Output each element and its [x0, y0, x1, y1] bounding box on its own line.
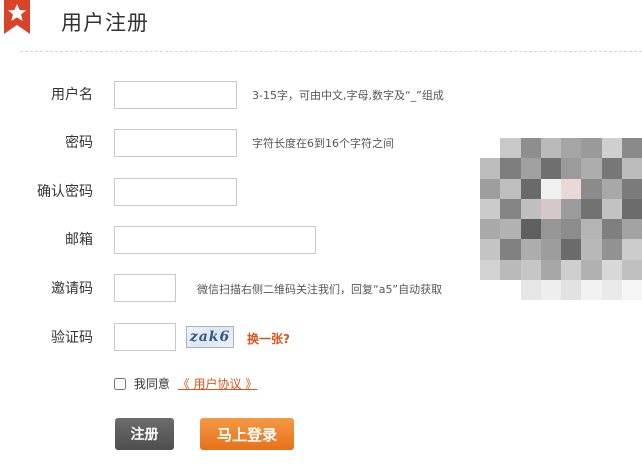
qr-pixel [520, 239, 541, 260]
qr-pixel [621, 279, 642, 300]
qr-pixel [540, 198, 561, 219]
qr-pixel [601, 239, 622, 260]
invite-code-input[interactable] [114, 274, 176, 302]
confirm-password-input[interactable] [114, 178, 237, 206]
qr-pixel [581, 219, 602, 240]
qr-pixel [621, 178, 642, 199]
qr-pixel [480, 158, 501, 179]
ribbon-star-icon [4, 0, 30, 34]
qr-pixel [520, 158, 541, 179]
qr-pixel [500, 158, 521, 179]
qr-pixel [540, 279, 561, 300]
qr-pixel [621, 138, 642, 159]
qr-pixel [500, 138, 521, 159]
qr-pixel [540, 239, 561, 260]
qr-pixel [500, 239, 521, 260]
qr-pixel [561, 259, 582, 280]
qr-pixel [621, 198, 642, 219]
qr-pixel [601, 178, 622, 199]
header-divider [20, 51, 642, 52]
qr-pixel [540, 259, 561, 280]
qr-pixel [601, 158, 622, 179]
qr-pixel [480, 138, 501, 159]
qr-pixel [601, 198, 622, 219]
qr-pixel [561, 138, 582, 159]
qr-pixel [500, 219, 521, 240]
user-agreement-link[interactable]: 《 用户协议 》 [178, 377, 258, 391]
login-button[interactable]: 马上登录 [200, 418, 294, 450]
username-input[interactable] [114, 81, 237, 109]
qr-pixel [540, 158, 561, 179]
qr-pixel [601, 138, 622, 159]
captcha-input[interactable] [114, 323, 176, 351]
qr-pixel [561, 219, 582, 240]
qr-pixel [480, 178, 501, 199]
qr-pixel [561, 198, 582, 219]
page-title: 用户注册 [61, 11, 149, 35]
qr-pixel [561, 279, 582, 300]
qr-pixel [520, 198, 541, 219]
agree-checkbox[interactable] [114, 378, 126, 390]
qr-pixel [581, 178, 602, 199]
qr-pixel [480, 279, 501, 300]
qr-pixel [621, 239, 642, 260]
register-button[interactable]: 注册 [115, 418, 174, 450]
qr-pixel [480, 219, 501, 240]
qr-pixel [561, 178, 582, 199]
password-label: 密码 [65, 135, 93, 151]
email-input[interactable] [114, 226, 316, 254]
qr-pixel [581, 198, 602, 219]
qr-pixel [500, 279, 521, 300]
agreement-row: 我同意 《 用户协议 》 [114, 375, 257, 392]
qr-pixel [520, 279, 541, 300]
qr-code-image [480, 138, 642, 300]
qr-pixel [520, 219, 541, 240]
password-input[interactable] [114, 129, 237, 157]
invite-code-label: 邀请码 [51, 281, 93, 297]
qr-pixel [621, 158, 642, 179]
username-hint: 3-15字，可由中文,字母,数字及“_”组成 [252, 89, 444, 102]
qr-pixel [601, 219, 622, 240]
qr-pixel [581, 138, 602, 159]
invite-code-hint: 微信扫描右侧二维码关注我们，回复“a5”自动获取 [197, 283, 443, 296]
qr-pixel [540, 219, 561, 240]
qr-pixel [621, 219, 642, 240]
qr-pixel [581, 279, 602, 300]
qr-pixel [540, 138, 561, 159]
captcha-label: 验证码 [51, 330, 93, 346]
refresh-captcha-link[interactable]: 换一张? [247, 330, 290, 347]
qr-pixel [480, 198, 501, 219]
qr-pixel [561, 239, 582, 260]
password-hint: 字符长度在6到16个字符之间 [252, 137, 394, 150]
qr-pixel [520, 138, 541, 159]
qr-pixel [500, 178, 521, 199]
email-label: 邮箱 [65, 232, 93, 248]
captcha-image[interactable]: zak6 [186, 326, 234, 348]
username-label: 用户名 [51, 87, 93, 103]
qr-pixel [561, 158, 582, 179]
qr-pixel [520, 178, 541, 199]
qr-pixel [621, 259, 642, 280]
qr-pixel [601, 259, 622, 280]
qr-pixel [500, 198, 521, 219]
qr-pixel [520, 259, 541, 280]
qr-pixel [480, 239, 501, 260]
qr-pixel [500, 259, 521, 280]
qr-pixel [581, 239, 602, 260]
qr-pixel [581, 259, 602, 280]
qr-pixel [581, 158, 602, 179]
agree-label: 我同意 [133, 377, 170, 391]
qr-pixel [540, 178, 561, 199]
qr-pixel [480, 259, 501, 280]
qr-pixel [601, 279, 622, 300]
confirm-password-label: 确认密码 [37, 184, 93, 200]
